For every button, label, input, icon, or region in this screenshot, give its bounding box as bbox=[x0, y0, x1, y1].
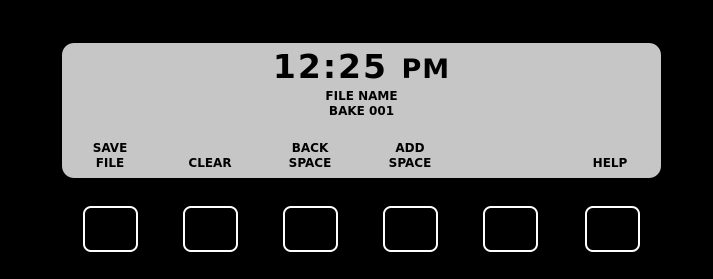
help-button[interactable] bbox=[585, 206, 640, 252]
clock-ampm: PM bbox=[401, 54, 451, 85]
lcd-display: 12:25 PM FILE NAME BAKE 001 SAVE FILE CL… bbox=[62, 43, 661, 178]
clock-time: 12:25 bbox=[272, 47, 388, 86]
softkey-label-save-file: SAVE FILE bbox=[92, 141, 128, 170]
softkey-label-add-space: ADD SPACE bbox=[388, 141, 432, 170]
clear-button[interactable] bbox=[183, 206, 238, 252]
softkey-label-clear: CLEAR bbox=[188, 156, 232, 170]
softkey-label-blank bbox=[470, 141, 550, 171]
control-panel: 12:25 PM FILE NAME BAKE 001 SAVE FILE CL… bbox=[0, 0, 713, 279]
softkey-label-help: HELP bbox=[592, 156, 628, 170]
file-name-value: BAKE 001 bbox=[328, 104, 395, 118]
save-file-button[interactable] bbox=[83, 206, 138, 252]
clock-readout: 12:25 PM bbox=[62, 49, 661, 88]
blank-softkey-button[interactable] bbox=[483, 206, 538, 252]
softkey-label-back-space: BACK SPACE bbox=[288, 141, 332, 170]
add-space-button[interactable] bbox=[383, 206, 438, 252]
file-name-label: FILE NAME bbox=[325, 89, 398, 103]
back-space-button[interactable] bbox=[283, 206, 338, 252]
